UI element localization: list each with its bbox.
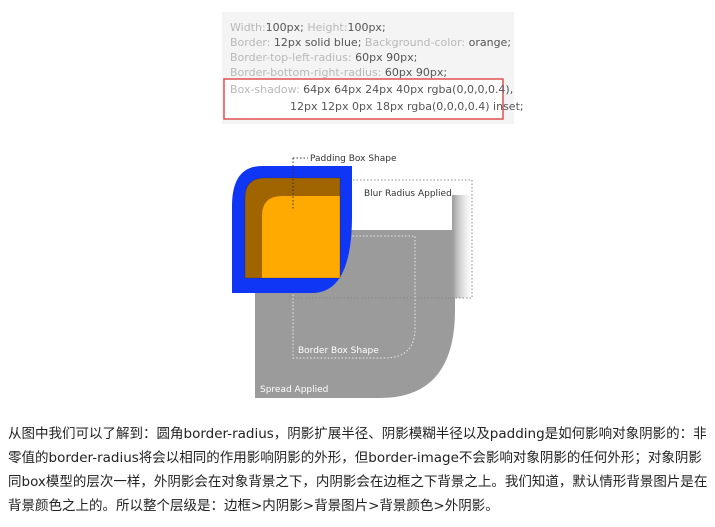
- blur-fade-strip: [452, 195, 472, 298]
- code-value: 100px;: [266, 21, 308, 34]
- code-key: Width:: [230, 21, 266, 34]
- box-shadow-line-2: 12px 12px 0px 18px rgba(0,0,0,0.4) inset…: [290, 100, 524, 113]
- code-value: 60px 90px;: [381, 66, 447, 79]
- code-line-top-left-radius: Border-top-left-radius: 60px 90px;: [230, 51, 417, 64]
- code-value: 12px solid blue;: [270, 36, 365, 49]
- code-value: 100px;: [347, 21, 385, 34]
- border-box-label: Border Box Shape: [298, 346, 379, 356]
- padding-box-label: Padding Box Shape: [310, 154, 397, 164]
- orange-background-fill: [262, 196, 340, 278]
- code-line-border: Border: 12px solid blue; Background-colo…: [230, 36, 511, 49]
- code-key: Border-top-left-radius:: [230, 51, 352, 64]
- box-shadow-diagram: Width:100px; Height:100px; Border: 12px …: [222, 12, 524, 398]
- code-key: Border-bottom-right-radius:: [230, 66, 381, 79]
- caption-paragraph: 从图中我们可以了解到：圆角border-radius，阴影扩展半径、阴影模糊半径…: [8, 426, 708, 514]
- code-value: 60px 90px;: [352, 51, 418, 64]
- code-key: Background-color:: [365, 36, 465, 49]
- code-line-width-height: Width:100px; Height:100px;: [230, 21, 386, 34]
- box-shadow-line-1: Box-shadow: 64px 64px 24px 40px rgba(0,0…: [230, 83, 513, 96]
- code-value: orange;: [465, 36, 511, 49]
- code-key: Border:: [230, 36, 270, 49]
- code-line-bottom-right-radius: Border-bottom-right-radius: 60px 90px;: [230, 66, 447, 79]
- blur-radius-label: Blur Radius Applied: [364, 189, 452, 199]
- code-key: Height:: [307, 21, 347, 34]
- spread-label: Spread Applied: [260, 385, 328, 395]
